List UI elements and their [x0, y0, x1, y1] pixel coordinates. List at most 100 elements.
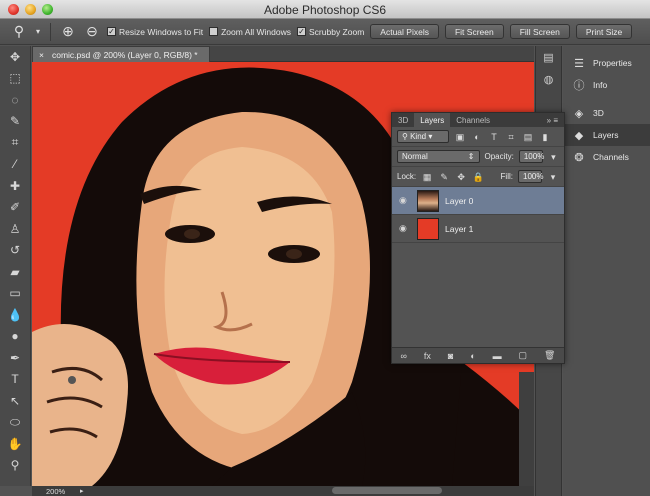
blend-row: Normal ⇕ Opacity: 100% ▾	[392, 147, 564, 167]
zoom-out-icon[interactable]: ⊖	[83, 23, 101, 40]
gradient-tool-icon[interactable]: ▭	[0, 283, 30, 305]
lock-transparent-icon[interactable]: ▦	[421, 171, 433, 183]
move-tool-icon[interactable]: ✥	[0, 46, 30, 68]
channels-icon: ❂	[574, 151, 584, 164]
zoom-tool-icon[interactable]: ⚲	[10, 23, 28, 40]
layer-row[interactable]: ◉ Layer 1	[392, 215, 564, 243]
type-filter-icon[interactable]: T	[488, 131, 500, 143]
tab-layers[interactable]: Layers	[414, 113, 451, 127]
new-layer-icon[interactable]: ▢	[519, 350, 528, 361]
layer-thumbnail	[417, 217, 439, 240]
hand-tool-icon[interactable]: ✋	[0, 433, 30, 455]
marquee-tool-icon[interactable]: ⬚	[0, 68, 30, 90]
filter-kind-select[interactable]: ⚲ Kind ▾	[397, 130, 449, 143]
opacity-dropdown-icon[interactable]: ▾	[548, 151, 559, 163]
eyedropper-tool-icon[interactable]: ⁄	[0, 154, 30, 176]
title-bar: Adobe Photoshop CS6	[0, 0, 650, 19]
history-panel-icon[interactable]: ▤	[536, 46, 561, 68]
info-icon: ⓘ	[573, 80, 585, 92]
layers-icon: ◆	[574, 129, 584, 142]
crop-tool-icon[interactable]: ⌗	[0, 132, 30, 154]
layer-thumbnail	[417, 189, 439, 212]
collapsed-panels: ☰ Properties ⓘ Info ◈ 3D ◆ Layers ❂ Chan…	[563, 46, 650, 496]
path-selection-tool-icon[interactable]: ↖	[0, 390, 30, 412]
scrubby-zoom-checkbox[interactable]: ✓ Scrubby Zoom	[297, 27, 364, 37]
document-title: comic.psd @ 200% (Layer 0, RGB/8) *	[51, 49, 198, 60]
smart-object-filter-icon[interactable]: ▤	[522, 131, 534, 143]
fill-label: Fill:	[500, 172, 513, 181]
channels-panel-button[interactable]: ❂ Channels	[563, 146, 650, 168]
lock-image-icon[interactable]: ✎	[438, 171, 450, 183]
close-tab-icon[interactable]: ×	[39, 50, 44, 60]
layers-panel-footer: ∞ fx ◙ ◐ ▬ ▢ 🗑	[392, 347, 564, 363]
layer-name: Layer 0	[445, 195, 474, 206]
app-title: Adobe Photoshop CS6	[263, 3, 387, 17]
brush-tool-icon[interactable]: ✐	[0, 197, 30, 219]
visibility-eye-icon[interactable]: ◉	[399, 195, 411, 206]
info-panel-button[interactable]: ⓘ Info	[563, 74, 650, 96]
history-brush-tool-icon[interactable]: ↺	[0, 240, 30, 262]
adjustment-filter-icon[interactable]: ◐	[471, 131, 483, 143]
actual-pixels-button[interactable]: Actual Pixels	[370, 24, 439, 39]
lock-position-icon[interactable]: ✥	[455, 171, 467, 183]
horizontal-scrollbar-thumb[interactable]	[332, 487, 442, 494]
status-menu-icon[interactable]: ▸	[80, 487, 84, 495]
lock-row: Lock: ▦ ✎ ✥ 🔒 Fill: 100% ▾	[392, 167, 564, 187]
fit-screen-button[interactable]: Fit Screen	[444, 24, 504, 39]
layer-name: Layer 1	[445, 223, 474, 234]
lasso-tool-icon[interactable]: ◌	[0, 89, 30, 111]
tab-channels[interactable]: Channels	[450, 113, 496, 127]
add-mask-icon[interactable]: ◙	[448, 351, 453, 361]
quick-selection-tool-icon[interactable]: ✎	[0, 111, 30, 133]
layers-panel-tabs: 3D Layers Channels » ≡	[392, 113, 564, 127]
tool-preset-dropdown-icon[interactable]: ▾	[34, 27, 42, 36]
zoom-level[interactable]: 200%	[32, 487, 80, 496]
vertical-scrollbar[interactable]	[519, 372, 534, 486]
layer-filter-row: ⚲ Kind ▾ ▣ ◐ T ⌗ ▤ ▮	[392, 127, 564, 147]
document-tab[interactable]: × comic.psd @ 200% (Layer 0, RGB/8) *	[32, 46, 210, 62]
fill-input[interactable]: 100%	[518, 170, 543, 183]
resize-windows-checkbox[interactable]: ✓ Resize Windows to Fit	[107, 27, 203, 37]
sliders-icon: ☰	[574, 57, 584, 70]
fill-screen-button[interactable]: Fill Screen	[509, 24, 570, 39]
zoom-all-windows-checkbox[interactable]: Zoom All Windows	[209, 27, 291, 37]
panel-menu-icon[interactable]: » ≡	[547, 116, 564, 125]
checkbox-unchecked-icon	[209, 27, 219, 36]
status-bar: 200% ▸	[32, 486, 534, 496]
tab-3d[interactable]: 3D	[392, 113, 414, 127]
blend-mode-select[interactable]: Normal ⇕	[397, 150, 480, 163]
fill-dropdown-icon[interactable]: ▾	[547, 171, 559, 183]
tab-strip	[210, 46, 534, 62]
layer-style-icon[interactable]: fx	[424, 351, 431, 361]
clone-stamp-tool-icon[interactable]: ♙	[0, 218, 30, 240]
filter-toggle-icon[interactable]: ▮	[539, 131, 551, 143]
pen-tool-icon[interactable]: ✒	[0, 347, 30, 369]
print-size-button[interactable]: Print Size	[575, 24, 633, 39]
new-group-icon[interactable]: ▬	[493, 351, 502, 361]
lock-all-icon[interactable]: 🔒	[472, 171, 484, 183]
3d-panel-button[interactable]: ◈ 3D	[563, 102, 650, 124]
tools-panel: ✥ ⬚ ◌ ✎ ⌗ ⁄ ✚ ✐ ♙ ↺ ▰ ▭ 💧 ● ✒ T ↖ ⬭ ✋ ⚲	[0, 46, 31, 486]
opacity-input[interactable]: 100%	[518, 150, 544, 163]
layer-row[interactable]: ◉ Layer 0	[392, 187, 564, 215]
trash-icon[interactable]: 🗑	[544, 350, 555, 361]
lock-label: Lock:	[397, 172, 417, 181]
properties-panel-button[interactable]: ☰ Properties	[563, 52, 650, 74]
link-layers-icon[interactable]: ∞	[400, 351, 406, 361]
type-tool-icon[interactable]: T	[0, 369, 30, 391]
visibility-eye-icon[interactable]: ◉	[399, 223, 411, 234]
healing-brush-tool-icon[interactable]: ✚	[0, 175, 30, 197]
layers-panel-button[interactable]: ◆ Layers	[563, 124, 650, 146]
dodge-tool-icon[interactable]: ●	[0, 326, 30, 348]
ellipse-tool-icon[interactable]: ⬭	[0, 412, 30, 434]
pixel-filter-icon[interactable]: ▣	[454, 131, 466, 143]
blur-tool-icon[interactable]: 💧	[0, 304, 30, 326]
opacity-label: Opacity:	[484, 152, 514, 161]
zoom-tool-icon[interactable]: ⚲	[0, 455, 30, 477]
eraser-tool-icon[interactable]: ▰	[0, 261, 30, 283]
shape-filter-icon[interactable]: ⌗	[505, 131, 517, 143]
swatches-panel-icon[interactable]: ◍	[536, 68, 561, 90]
checkbox-checked-icon: ✓	[107, 27, 116, 36]
adjustment-layer-icon[interactable]: ◐	[470, 351, 475, 361]
zoom-in-icon[interactable]: ⊕	[59, 23, 77, 40]
